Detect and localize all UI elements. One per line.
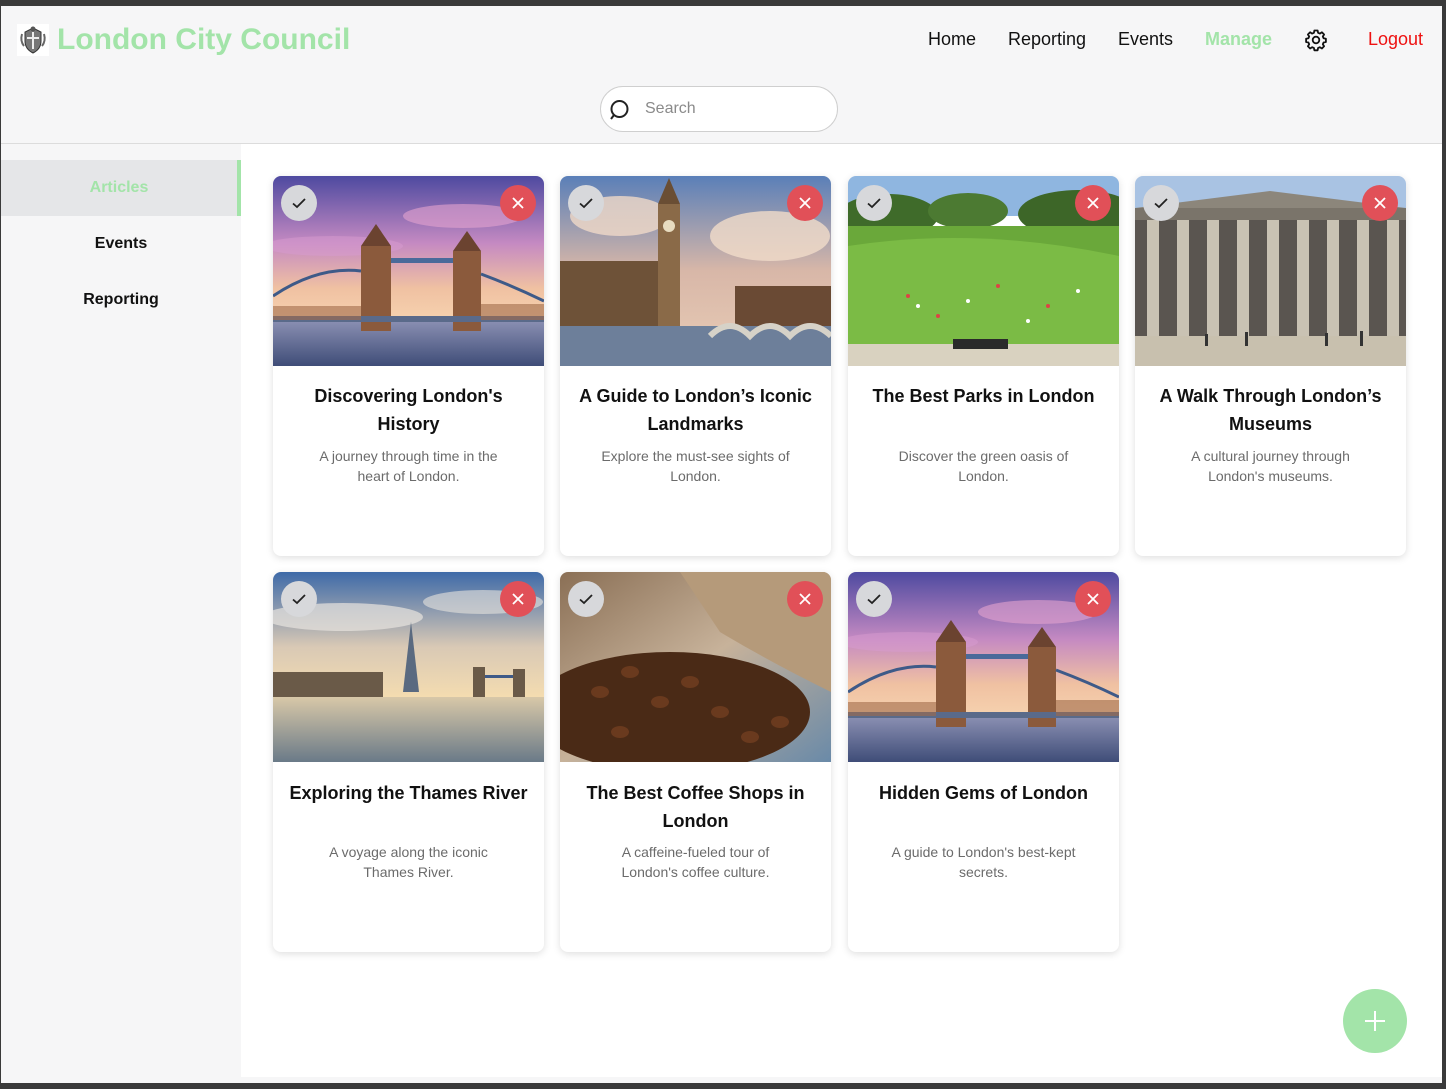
approve-button[interactable]: [281, 185, 317, 221]
article-description: A guide to London's best-kept secrets.: [891, 844, 1076, 880]
check-icon: [579, 198, 593, 209]
sidebar-item-articles[interactable]: Articles: [1, 160, 241, 216]
article-card[interactable]: Hidden Gems of London A guide to London'…: [848, 572, 1119, 952]
article-description: A cultural journey through London's muse…: [1191, 448, 1350, 484]
search-input[interactable]: [645, 87, 825, 131]
article-description: Discover the green oasis of London.: [898, 448, 1069, 484]
article-card[interactable]: The Best Coffee Shops in London A caffei…: [560, 572, 831, 952]
check-icon: [292, 594, 306, 605]
close-icon: [512, 197, 524, 209]
reject-button[interactable]: [787, 185, 823, 221]
logout-link[interactable]: Logout: [1368, 29, 1423, 53]
top-header: London City Council Home Reporting Event…: [1, 6, 1442, 144]
article-description: Explore the must-see sights of London.: [601, 448, 790, 484]
nav-reporting[interactable]: Reporting: [1008, 29, 1086, 53]
gear-icon[interactable]: [1304, 28, 1328, 52]
article-description: A caffeine-fueled tour of London's coffe…: [621, 844, 770, 880]
article-title: The Best Coffee Shops in London: [586, 783, 805, 831]
articles-grid: Discovering London's History A journey t…: [241, 144, 1442, 1077]
approve-button[interactable]: [281, 581, 317, 617]
check-icon: [579, 594, 593, 605]
close-icon: [1087, 593, 1099, 605]
nav-home[interactable]: Home: [928, 29, 976, 53]
search-icon: [610, 100, 629, 120]
brand[interactable]: London City Council: [17, 22, 350, 58]
close-icon: [1374, 197, 1386, 209]
nav-manage[interactable]: Manage: [1205, 29, 1272, 53]
approve-button[interactable]: [1143, 185, 1179, 221]
approve-button[interactable]: [856, 185, 892, 221]
app-title: London City Council: [57, 23, 351, 56]
reject-button[interactable]: [787, 581, 823, 617]
reject-button[interactable]: [1075, 581, 1111, 617]
close-icon: [1087, 197, 1099, 209]
article-card[interactable]: A Guide to London’s Iconic Landmarks Exp…: [560, 176, 831, 556]
approve-button[interactable]: [856, 581, 892, 617]
article-title: Exploring the Thames River: [289, 783, 528, 803]
app-window: London City Council Home Reporting Event…: [1, 6, 1442, 1083]
approve-button[interactable]: [568, 185, 604, 221]
search-box[interactable]: [600, 86, 838, 132]
article-title: Hidden Gems of London: [879, 783, 1088, 803]
article-title: The Best Parks in London: [872, 386, 1095, 406]
check-icon: [292, 198, 306, 209]
close-icon: [799, 197, 811, 209]
plus-icon: [1365, 1011, 1385, 1031]
check-icon: [1154, 198, 1168, 209]
sidebar-item-events[interactable]: Events: [1, 216, 241, 272]
reject-button[interactable]: [1362, 185, 1398, 221]
article-title: A Guide to London’s Iconic Landmarks: [579, 386, 812, 434]
add-article-button[interactable]: [1343, 989, 1407, 1053]
close-icon: [512, 593, 524, 605]
article-card[interactable]: Discovering London's History A journey t…: [273, 176, 544, 556]
nav-events[interactable]: Events: [1118, 29, 1173, 53]
sidebar-item-reporting[interactable]: Reporting: [1, 272, 241, 328]
check-icon: [867, 198, 881, 209]
reject-button[interactable]: [500, 581, 536, 617]
council-crest-icon: [17, 24, 49, 56]
article-description: A voyage along the iconic Thames River.: [329, 844, 488, 880]
approve-button[interactable]: [568, 581, 604, 617]
close-icon: [799, 593, 811, 605]
reject-button[interactable]: [1075, 185, 1111, 221]
article-card[interactable]: The Best Parks in London Discover the gr…: [848, 176, 1119, 556]
check-icon: [867, 594, 881, 605]
article-title: A Walk Through London’s Museums: [1159, 386, 1382, 434]
article-title: Discovering London's History: [314, 386, 503, 434]
article-card[interactable]: A Walk Through London’s Museums A cultur…: [1135, 176, 1406, 556]
reject-button[interactable]: [500, 185, 536, 221]
article-description: A journey through time in the heart of L…: [319, 448, 498, 484]
article-card[interactable]: Exploring the Thames River A voyage alon…: [273, 572, 544, 952]
sidebar: Articles Events Reporting: [1, 144, 241, 1083]
